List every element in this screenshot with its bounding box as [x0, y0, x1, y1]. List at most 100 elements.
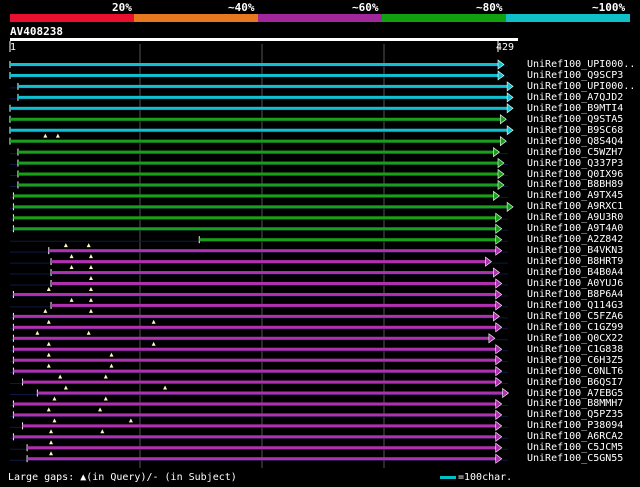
hit-label[interactable]: UniRef100_Q114G3	[527, 300, 623, 311]
hit-label[interactable]: UniRef100_C5GN55	[527, 453, 623, 464]
hit-label[interactable]: UniRef100_C5WZH7	[527, 147, 623, 158]
hit-label[interactable]: UniRef100_Q0CX22	[527, 333, 623, 344]
hit-label[interactable]: UniRef100_UPI000..	[527, 81, 635, 92]
query-gap-marker	[63, 385, 68, 390]
hit-arrow	[495, 453, 503, 464]
hit-bar[interactable]	[13, 227, 496, 231]
query-gap-marker	[88, 286, 93, 291]
hit-bar[interactable]	[13, 216, 496, 220]
hit-arrow	[495, 212, 503, 223]
hit-label[interactable]: UniRef100_B8P6A4	[527, 289, 623, 300]
hit-label[interactable]: UniRef100_B8BH89	[527, 179, 623, 190]
query-gap-marker	[103, 374, 108, 379]
hit-bar[interactable]	[51, 271, 494, 275]
query-gap-marker	[69, 265, 74, 270]
hit-arrow	[495, 398, 503, 410]
hit-label[interactable]: UniRef100_A9TX45	[527, 190, 623, 201]
hit-label[interactable]: UniRef100_B8HRT9	[527, 256, 623, 267]
hit-label[interactable]: UniRef100_B4VKN3	[527, 245, 623, 256]
hit-label[interactable]: UniRef100_A6RCA2	[527, 431, 623, 442]
hit-label[interactable]: UniRef100_B9MTI4	[527, 103, 623, 114]
hit-arrow	[493, 311, 500, 322]
hit-arrow	[495, 442, 503, 453]
query-gap-marker	[52, 396, 57, 401]
hit-arrow	[497, 157, 505, 169]
hit-label[interactable]: UniRef100_A2Z842	[527, 234, 623, 245]
hit-label[interactable]: UniRef100_A7EBG5	[527, 388, 623, 399]
hit-bar[interactable]	[51, 303, 496, 307]
hit-bar[interactable]	[13, 435, 496, 439]
hit-bar[interactable]	[51, 282, 496, 285]
hit-label[interactable]: UniRef100_Q8S4Q4	[527, 136, 623, 147]
hit-label[interactable]: UniRef100_Q9SCP3	[527, 70, 623, 81]
hit-label[interactable]: UniRef100_C5FZA6	[527, 311, 623, 322]
hit-bar[interactable]	[10, 117, 501, 121]
hit-bar[interactable]	[13, 292, 496, 296]
hit-bar[interactable]	[17, 172, 498, 176]
hit-bar[interactable]	[17, 150, 494, 154]
hit-bar[interactable]	[22, 424, 496, 428]
hit-label[interactable]: UniRef100_UPI000..	[527, 59, 635, 70]
hit-bar[interactable]	[10, 128, 508, 132]
hit-label[interactable]: UniRef100_C1G838	[527, 344, 623, 355]
query-gap-marker	[52, 418, 57, 423]
hit-label[interactable]: UniRef100_C5JCM5	[527, 442, 623, 453]
hit-bar[interactable]	[37, 391, 503, 395]
hit-bar[interactable]	[10, 63, 498, 66]
query-gap-marker	[103, 396, 108, 401]
hit-label[interactable]: UniRef100_P38094	[527, 420, 623, 431]
hit-bar[interactable]	[17, 95, 508, 99]
query-gap-marker	[109, 352, 114, 357]
hit-arrow	[506, 125, 514, 136]
hit-bar[interactable]	[13, 314, 494, 318]
hit-label[interactable]: UniRef100_B4B0A4	[527, 267, 623, 278]
hit-bar[interactable]	[13, 325, 496, 329]
hit-label[interactable]: UniRef100_Q0IX96	[527, 169, 623, 180]
query-gap-marker	[46, 319, 51, 324]
hit-bar[interactable]	[13, 347, 496, 351]
hit-arrow	[495, 355, 503, 366]
hit-bar[interactable]	[10, 106, 508, 110]
hit-bar[interactable]	[10, 139, 501, 143]
hit-label[interactable]: UniRef100_C0NLT6	[527, 366, 623, 377]
hit-bar[interactable]	[17, 183, 498, 187]
hit-label[interactable]: UniRef100_B9SC68	[527, 125, 623, 136]
query-gap-marker	[46, 363, 51, 368]
hit-label[interactable]: UniRef100_A9RXC1	[527, 201, 623, 212]
hit-bar[interactable]	[17, 161, 498, 165]
hit-label[interactable]: UniRef100_A9U3R0	[527, 212, 623, 223]
hit-bar[interactable]	[27, 446, 496, 450]
query-gap-marker	[49, 440, 54, 445]
hit-label[interactable]: UniRef100_Q337P3	[527, 158, 623, 169]
hit-label[interactable]: UniRef100_C6H3Z5	[527, 355, 623, 366]
hit-bar[interactable]	[13, 402, 496, 406]
hit-bar[interactable]	[13, 194, 494, 198]
hit-bar[interactable]	[13, 205, 508, 209]
hit-bar[interactable]	[13, 369, 496, 373]
hit-bar[interactable]	[22, 380, 496, 384]
query-gap-marker	[88, 276, 93, 280]
hit-bar[interactable]	[48, 249, 496, 253]
hit-bar[interactable]	[17, 84, 508, 88]
hit-label[interactable]: UniRef100_Q9STA5	[527, 114, 623, 125]
hit-label[interactable]: UniRef100_Q5PZ35	[527, 409, 623, 420]
hit-bar[interactable]	[13, 358, 496, 362]
query-gap-marker	[88, 254, 93, 259]
hit-bar[interactable]	[13, 336, 489, 340]
hit-bar[interactable]	[51, 260, 486, 264]
hit-arrow	[485, 256, 492, 267]
hit-label[interactable]: UniRef100_B6QSI7	[527, 377, 623, 388]
hit-label[interactable]: UniRef100_A0YUJ6	[527, 278, 623, 289]
hit-arrow	[495, 278, 503, 289]
query-gap-marker	[43, 308, 48, 313]
hit-label[interactable]: UniRef100_C1GZ99	[527, 322, 623, 333]
hit-bar[interactable]	[13, 413, 496, 417]
query-gap-marker	[63, 243, 68, 248]
hit-label[interactable]: UniRef100_B8MMH7	[527, 398, 623, 409]
hit-bar[interactable]	[10, 73, 498, 77]
hit-label[interactable]: UniRef100_A7QJD2	[527, 92, 623, 103]
hit-bar[interactable]	[27, 457, 496, 461]
hit-label[interactable]: UniRef100_A9T4A0	[527, 223, 623, 234]
hit-arrow	[495, 420, 503, 431]
hit-bar[interactable]	[199, 238, 496, 242]
